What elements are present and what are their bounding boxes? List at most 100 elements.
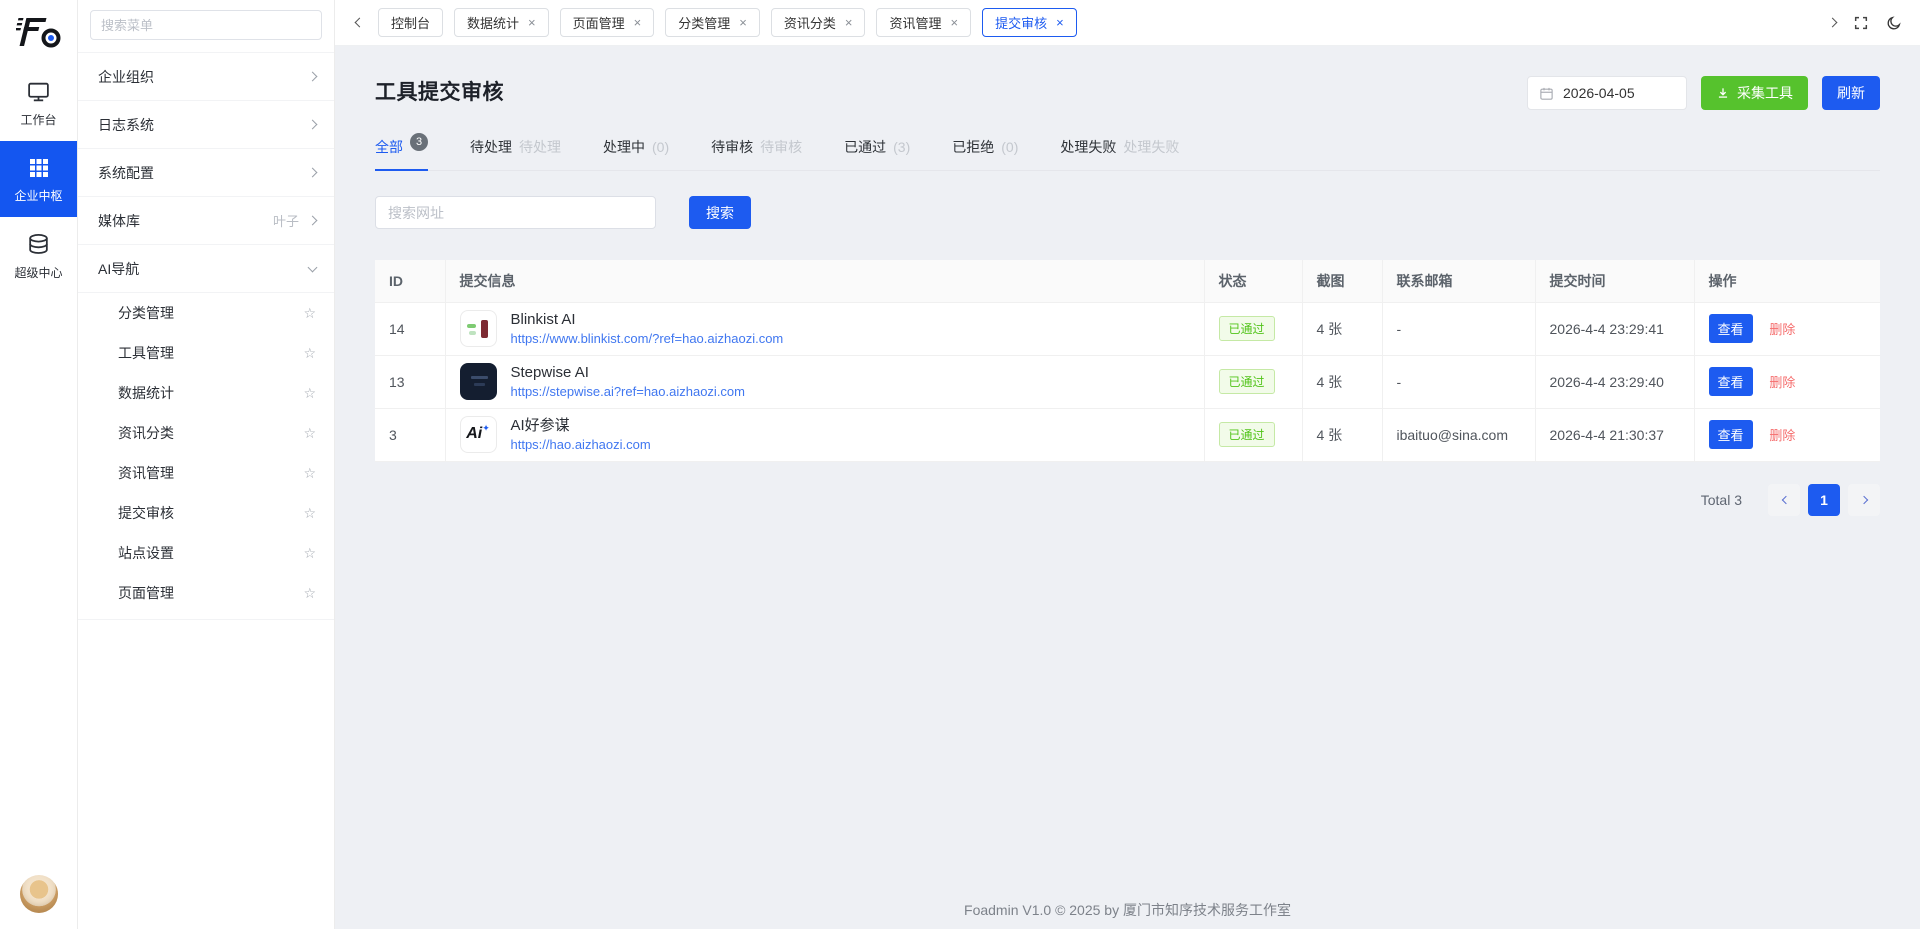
- filter-tab-awaiting-review[interactable]: 待审核 待审核: [711, 137, 802, 170]
- database-icon: [26, 232, 51, 257]
- favorite-star-icon[interactable]: ☆: [303, 505, 316, 522]
- sidebar-subitem-page-management[interactable]: 页面管理 ☆: [78, 573, 334, 613]
- pagination-next-button[interactable]: [1848, 484, 1880, 516]
- close-icon[interactable]: ×: [739, 16, 747, 29]
- sidebar-item-ai-navigation[interactable]: AI导航: [78, 245, 334, 293]
- date-picker[interactable]: 2026-04-05: [1527, 76, 1687, 110]
- tabs-scroll-right-icon[interactable]: [1829, 19, 1836, 26]
- submenu-label: 资讯管理: [118, 463, 174, 483]
- favorite-star-icon[interactable]: ☆: [303, 305, 316, 322]
- collect-tools-button[interactable]: 采集工具: [1701, 76, 1808, 110]
- ai-haocanmou-logo: Ai✦: [460, 416, 497, 453]
- favorite-star-icon[interactable]: ☆: [303, 545, 316, 562]
- filter-tab-pending[interactable]: 待处理 待处理: [470, 137, 561, 170]
- sidebar-subitem-data-statistics[interactable]: 数据统计 ☆: [78, 373, 334, 413]
- tool-url-link[interactable]: https://hao.aizhaozi.com: [511, 436, 651, 454]
- chevron-right-icon: [308, 72, 318, 82]
- tool-url-link[interactable]: https://www.blinkist.com/?ref=hao.aizhao…: [511, 330, 784, 348]
- tab-label: 资讯管理: [889, 13, 941, 32]
- filter-tab-all[interactable]: 全部 3: [375, 137, 428, 170]
- tabbar-actions: [1829, 15, 1902, 31]
- status-badge: 已通过: [1219, 316, 1275, 341]
- cell-id: 13: [375, 355, 445, 408]
- user-avatar[interactable]: [20, 875, 58, 913]
- rail-item-label: 超级中心: [14, 264, 62, 281]
- tabs-scroll-left-icon[interactable]: [349, 19, 367, 26]
- close-icon[interactable]: ×: [845, 16, 853, 29]
- favorite-star-icon[interactable]: ☆: [303, 465, 316, 482]
- cell-screenshots: 4 张: [1302, 355, 1382, 408]
- delete-link[interactable]: 删除: [1769, 322, 1795, 337]
- favorite-star-icon[interactable]: ☆: [303, 425, 316, 442]
- submissions-table: ID 提交信息 状态 截图 联系邮箱 提交时间 操作 14: [375, 260, 1880, 462]
- grid-icon: [27, 156, 51, 180]
- tab-page-management[interactable]: 页面管理 ×: [560, 8, 655, 37]
- tab-submission-review[interactable]: 提交审核 ×: [982, 8, 1077, 37]
- submenu-label: 站点设置: [118, 543, 174, 563]
- tool-url-link[interactable]: https://stepwise.ai?ref=hao.aizhaozi.com: [511, 383, 746, 401]
- filter-tab-suffix: (0): [652, 139, 669, 155]
- menu-search-input[interactable]: [90, 10, 322, 40]
- favorite-star-icon[interactable]: ☆: [303, 585, 316, 602]
- tab-label: 页面管理: [573, 13, 625, 32]
- tab-data-statistics[interactable]: 数据统计 ×: [454, 8, 549, 37]
- main-area: 控制台 数据统计 × 页面管理 × 分类管理 × 资讯分类 × 资讯管理 × 提…: [335, 0, 1920, 929]
- tab-console[interactable]: 控制台: [378, 8, 443, 37]
- refresh-button[interactable]: 刷新: [1822, 76, 1880, 110]
- blinkist-thumbnail: [460, 310, 497, 347]
- refresh-label: 刷新: [1837, 83, 1865, 103]
- sidebar-subitem-tool-management[interactable]: 工具管理 ☆: [78, 333, 334, 373]
- tool-name: Stepwise AI: [511, 363, 746, 383]
- filter-tab-processing[interactable]: 处理中 (0): [603, 137, 669, 170]
- favorite-star-icon[interactable]: ☆: [303, 385, 316, 402]
- cell-screenshots: 4 张: [1302, 408, 1382, 461]
- sidebar-subitem-category-management[interactable]: 分类管理 ☆: [78, 293, 334, 333]
- menu-label: 日志系统: [98, 115, 154, 135]
- rail-item-enterprise-hub[interactable]: 企业中枢: [0, 141, 77, 217]
- search-button[interactable]: 搜索: [689, 196, 751, 229]
- url-search-input[interactable]: [375, 196, 656, 229]
- filter-tab-approved[interactable]: 已通过 (3): [844, 137, 910, 170]
- tab-news-management[interactable]: 资讯管理 ×: [876, 8, 971, 37]
- favorite-star-icon[interactable]: ☆: [303, 345, 316, 362]
- fullscreen-icon[interactable]: [1853, 15, 1869, 31]
- page-content: 工具提交审核 2026-04-05 采集工具 刷新: [335, 46, 1920, 891]
- chevron-right-icon: [308, 120, 318, 130]
- sidebar-item-log-system[interactable]: 日志系统: [78, 101, 334, 149]
- sidebar-search: [78, 0, 334, 53]
- pagination-page-1[interactable]: 1: [1808, 484, 1840, 516]
- sidebar-item-media-library[interactable]: 媒体库 叶子: [78, 197, 334, 245]
- app-logo[interactable]: [0, 0, 77, 64]
- delete-link[interactable]: 删除: [1769, 428, 1795, 443]
- view-button[interactable]: 查看: [1709, 367, 1753, 396]
- dark-mode-moon-icon[interactable]: [1886, 15, 1902, 31]
- filter-tab-failed[interactable]: 处理失败 处理失败: [1060, 137, 1179, 170]
- sidebar-item-system-config[interactable]: 系统配置: [78, 149, 334, 197]
- pagination-prev-button[interactable]: [1768, 484, 1800, 516]
- sidebar-subitem-news-management[interactable]: 资讯管理 ☆: [78, 453, 334, 493]
- close-icon[interactable]: ×: [950, 16, 958, 29]
- filter-tab-rejected[interactable]: 已拒绝 (0): [952, 137, 1018, 170]
- filter-tab-suffix: 待处理: [519, 137, 561, 157]
- close-icon[interactable]: ×: [634, 16, 642, 29]
- close-icon[interactable]: ×: [1056, 16, 1064, 29]
- delete-link[interactable]: 删除: [1769, 375, 1795, 390]
- sidebar-subitem-news-category[interactable]: 资讯分类 ☆: [78, 413, 334, 453]
- filter-tab-suffix: 处理失败: [1123, 137, 1179, 157]
- tab-news-category[interactable]: 资讯分类 ×: [771, 8, 866, 37]
- rail-item-super-center[interactable]: 超级中心: [0, 217, 77, 294]
- close-icon[interactable]: ×: [528, 16, 536, 29]
- left-rail: 工作台 企业中枢 超级中心: [0, 0, 78, 929]
- tab-category-management[interactable]: 分类管理 ×: [665, 8, 760, 37]
- sidebar-subitem-submission-review[interactable]: 提交审核 ☆: [78, 493, 334, 533]
- menu-extra-label: 叶子: [273, 211, 299, 230]
- submenu-label: 资讯分类: [118, 423, 174, 443]
- table-row: 14 Blinkist AI https://www.blinkist.com/…: [375, 302, 1880, 355]
- menu-label: 系统配置: [98, 163, 154, 183]
- sidebar-item-enterprise-org[interactable]: 企业组织: [78, 53, 334, 101]
- view-button[interactable]: 查看: [1709, 420, 1753, 449]
- calendar-icon: [1539, 86, 1554, 101]
- sidebar-subitem-site-settings[interactable]: 站点设置 ☆: [78, 533, 334, 573]
- view-button[interactable]: 查看: [1709, 314, 1753, 343]
- rail-item-workbench[interactable]: 工作台: [0, 64, 77, 141]
